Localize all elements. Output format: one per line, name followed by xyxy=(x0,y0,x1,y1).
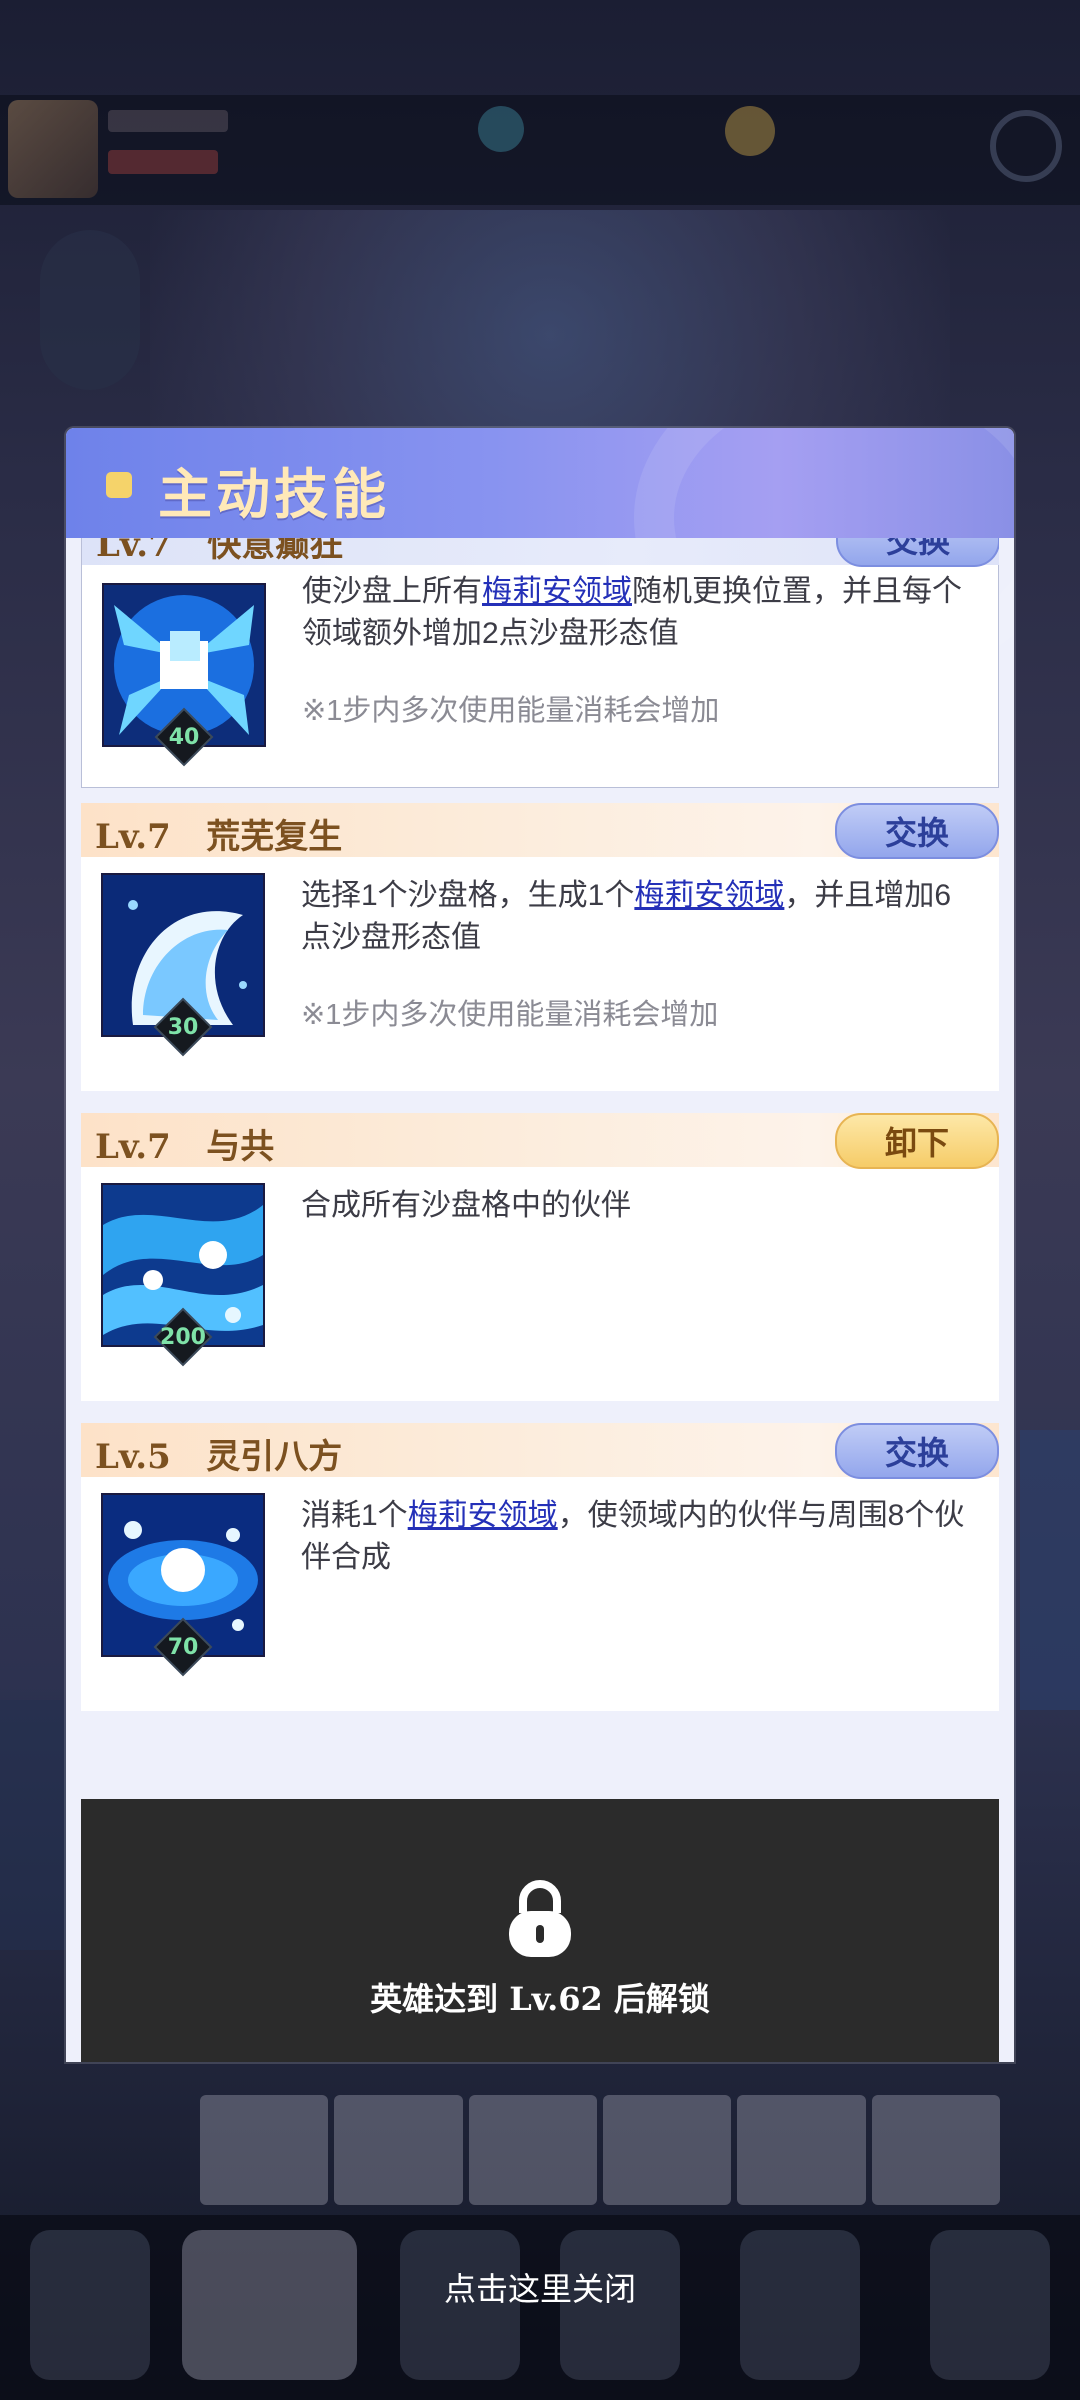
skill-level: Lv.7 xyxy=(95,1127,171,1167)
unequip-button[interactable]: 卸下 xyxy=(835,1113,999,1169)
energy-cost: 200 xyxy=(160,1324,206,1350)
energy-cost-badge: 30 xyxy=(153,997,213,1057)
swap-button[interactable]: 交换 xyxy=(836,538,999,567)
background-tab-row xyxy=(200,2095,1000,2205)
skill-description: 选择1个沙盘格，生成1个梅莉安领域，并且增加6点沙盘形态值 xyxy=(301,875,971,959)
swap-button[interactable]: 交换 xyxy=(835,1423,999,1479)
skill-description: 消耗1个梅莉安领域，使领域内的伙伴与周围8个伙伴合成 xyxy=(301,1495,971,1579)
skill-card: Lv.7 快意癫狂 交换 40 使沙盘上所有梅莉安领域随机更换位置，并且每个领域… xyxy=(81,538,999,788)
background-nameplate xyxy=(108,110,228,132)
locked-skill-slot: 英雄达到 Lv.62 后解锁 xyxy=(81,1799,999,2062)
skill-title: Lv.7 快意癫狂 xyxy=(96,538,343,566)
energy-cost: 30 xyxy=(167,1014,199,1040)
background-tab xyxy=(602,2095,732,2205)
skill-title: Lv.5 灵引八方 xyxy=(95,1429,342,1478)
background-tab xyxy=(737,2095,866,2205)
skill-description: 合成所有沙盘格中的伙伴 xyxy=(301,1185,971,1227)
skill-level: Lv.7 xyxy=(95,817,171,857)
skill-icon: 30 xyxy=(101,873,265,1057)
background-side-panel-left xyxy=(0,1700,70,1950)
background-hp-bar xyxy=(108,150,218,174)
skill-title: Lv.7 荒芜复生 xyxy=(95,809,342,858)
swap-button[interactable]: 交换 xyxy=(835,803,999,859)
meirian-domain-link[interactable]: 梅莉安领域 xyxy=(634,879,784,912)
modal-header: 主动技能 xyxy=(66,428,1014,688)
energy-cost-badge: 70 xyxy=(153,1617,213,1677)
skill-name: 与共 xyxy=(206,1127,275,1167)
background-tab xyxy=(200,2095,329,2205)
background-stage xyxy=(150,210,950,460)
background-gem-icon xyxy=(478,106,524,152)
meirian-domain-link[interactable]: 梅莉安领域 xyxy=(408,1499,558,1532)
close-hint-button[interactable]: 点击这里关闭 xyxy=(0,2264,1080,2310)
skill-list[interactable]: Lv.7 快意癫狂 交换 40 使沙盘上所有梅莉安领域随机更换位置，并且每个领域… xyxy=(81,538,999,2062)
header-square-icon xyxy=(106,472,132,498)
lock-icon xyxy=(509,1880,571,1957)
desc-text: 合成所有沙盘格中的伙伴 xyxy=(301,1189,631,1222)
skill-header: Lv.7 快意癫狂 交换 xyxy=(82,538,999,567)
skill-icon: 70 xyxy=(101,1493,265,1677)
background-hero-portrait xyxy=(40,230,140,390)
skill-name: 快意癫狂 xyxy=(207,538,344,565)
skill-note: ※1步内多次使用能量消耗会增加 xyxy=(302,695,720,727)
skill-name: 灵引八方 xyxy=(206,1437,343,1477)
background-tab xyxy=(334,2095,463,2205)
unlock-requirement: 英雄达到 Lv.62 后解锁 xyxy=(370,1980,710,2018)
background-avatar xyxy=(8,100,98,198)
skill-description: 使沙盘上所有梅莉安领域随机更换位置，并且每个领域额外增加2点沙盘形态值 xyxy=(302,571,972,655)
energy-cost-badge: 200 xyxy=(153,1307,213,1367)
background-side-panel-right xyxy=(1020,1430,1080,1710)
background-settings-icon xyxy=(990,110,1062,182)
desc-text: 选择1个沙盘格，生成1个 xyxy=(301,879,635,912)
background-tab xyxy=(871,2095,1000,2205)
skill-icon: 40 xyxy=(102,583,266,767)
skill-icon: 200 xyxy=(101,1183,265,1367)
skill-header: Lv.5 灵引八方 交换 xyxy=(81,1423,999,1479)
skill-level: Lv.7 xyxy=(96,538,172,565)
energy-cost: 70 xyxy=(167,1634,199,1660)
background-tab xyxy=(468,2095,597,2205)
skill-header: Lv.7 荒芜复生 交换 xyxy=(81,803,999,859)
modal-title: 主动技能 xyxy=(158,462,390,526)
skill-title: Lv.7 与共 xyxy=(95,1119,274,1168)
active-skills-modal: 主动技能 Lv.7 快意癫狂 交换 40 使沙盘上所有梅莉安领域随机更换位置，并… xyxy=(66,428,1014,2062)
skill-name: 荒芜复生 xyxy=(206,817,343,857)
desc-text: 消耗1个 xyxy=(301,1499,408,1532)
skill-card: Lv.5 灵引八方 交换 70 消耗1个梅莉安领域，使领域内的伙伴与周围8个伙伴… xyxy=(81,1423,999,1711)
background-coin-icon xyxy=(725,106,775,156)
skill-note: ※1步内多次使用能量消耗会增加 xyxy=(301,999,719,1031)
skill-level: Lv.5 xyxy=(95,1437,171,1477)
energy-cost-badge: 40 xyxy=(154,707,214,767)
energy-cost: 40 xyxy=(168,724,200,750)
skill-card: Lv.7 与共 卸下 200 合成所有沙盘格中的伙伴 xyxy=(81,1113,999,1401)
meirian-domain-link[interactable]: 梅莉安领域 xyxy=(482,575,632,608)
desc-text: 使沙盘上所有 xyxy=(302,575,482,608)
skill-card: Lv.7 荒芜复生 交换 30 选择1个沙盘格，生成1个梅莉安领域，并且增加6点… xyxy=(81,803,999,1091)
skill-header: Lv.7 与共 卸下 xyxy=(81,1113,999,1169)
